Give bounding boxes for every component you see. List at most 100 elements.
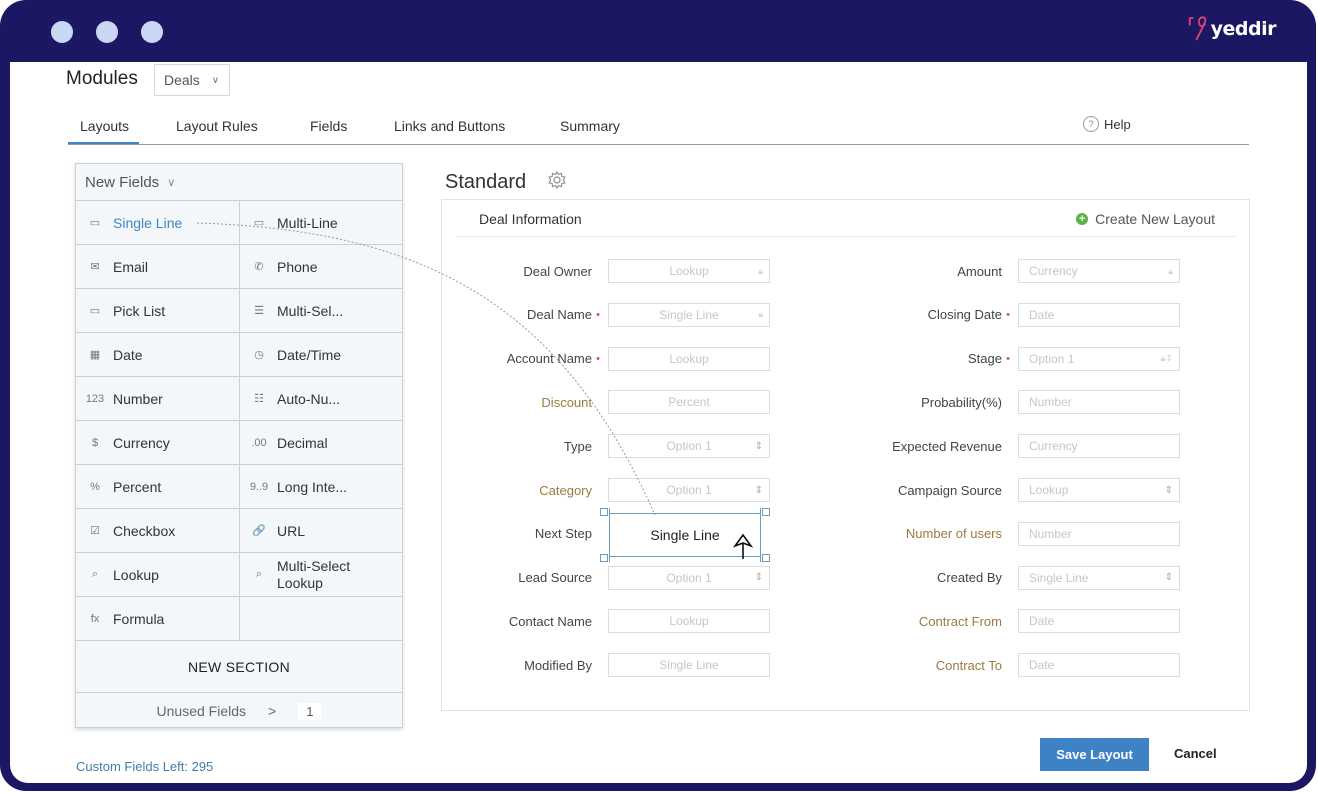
field-label: Type — [563, 438, 592, 454]
field-placeholder-box[interactable]: Single Line — [608, 653, 770, 678]
field-label: Category — [539, 482, 592, 498]
field-row: Probability(%) Number — [852, 389, 1180, 415]
field-type-pick-list[interactable]: ▭ Pick List — [76, 289, 240, 333]
field-type-auto-nu[interactable]: ☷ Auto-Nu... — [240, 377, 403, 421]
field-placeholder-box[interactable]: Number — [1018, 521, 1180, 546]
gear-icon[interactable] — [547, 170, 567, 190]
field-type-phone[interactable]: ✆ Phone — [240, 245, 403, 289]
main-content: Modules Deals ∨ Layouts Layout Rules Fie… — [10, 62, 1307, 783]
sort-arrows-icon: ⇕ — [754, 440, 763, 452]
field-type-percent[interactable]: % Percent — [76, 465, 240, 509]
cancel-button[interactable]: Cancel — [1174, 746, 1217, 761]
pick-list-icon: ▭ — [89, 305, 101, 317]
help-link[interactable]: ? Help — [1083, 116, 1131, 132]
calendar-icon: ▦ — [89, 349, 101, 361]
field-type-label: Date — [113, 346, 143, 363]
modules-label: Modules — [66, 68, 138, 89]
field-type-multi-select-lookup[interactable]: ⌕ Multi-Select Lookup — [240, 553, 403, 597]
number-icon: 123 — [85, 392, 105, 405]
window-maximize-dot[interactable] — [141, 21, 163, 43]
placeholder-text: Option 1 — [1029, 351, 1075, 366]
tab-layouts[interactable]: Layouts — [67, 118, 140, 144]
field-placeholder-box[interactable]: Lookup ⇕ — [1018, 478, 1180, 502]
field-type-label: Formula — [113, 610, 165, 627]
field-type-email[interactable]: ✉ Email — [76, 245, 240, 289]
field-type-label: Multi-Sel... — [277, 302, 344, 319]
field-type-long-inte[interactable]: 9..9 Long Inte... — [240, 465, 403, 509]
field-placeholder-box[interactable]: Currency — [1018, 434, 1180, 459]
field-type-label: Currency — [113, 434, 170, 451]
field-type-label: Multi-Line — [277, 214, 338, 231]
tab-summary[interactable]: Summary — [560, 118, 620, 134]
field-placeholder-box[interactable]: Number — [1018, 390, 1180, 415]
field-placeholder-box[interactable]: Single Line 🔒︎ — [608, 302, 770, 327]
required-marker: • — [1006, 308, 1010, 321]
unused-fields-count: 1 — [298, 702, 322, 720]
window-minimize-dot[interactable] — [96, 21, 118, 43]
field-placeholder-box[interactable]: Date — [1018, 302, 1180, 327]
field-type-label: Multi-Select Lookup — [277, 557, 351, 591]
resize-handle[interactable] — [762, 554, 770, 562]
field-type-lookup[interactable]: ⌕ Lookup — [76, 553, 240, 597]
field-placeholder-box[interactable]: Percent — [608, 390, 770, 415]
module-select[interactable]: Deals ∨ — [154, 64, 230, 96]
field-placeholder-box[interactable]: Lookup — [608, 346, 770, 371]
drop-target-right-edge — [760, 508, 761, 562]
field-type-label: Phone — [277, 258, 318, 275]
placeholder-text: Single Line — [1029, 570, 1089, 585]
field-type-single-line[interactable]: ▭ Single Line — [76, 201, 240, 245]
field-placeholder-box[interactable]: Option 1 ⇕ — [608, 565, 770, 590]
date-time-icon: ◷ — [254, 349, 264, 361]
field-type-multi-line[interactable]: ▭ Multi-Line — [240, 201, 403, 245]
resize-handle[interactable] — [600, 508, 608, 516]
resize-handle[interactable] — [762, 508, 770, 516]
multi-line-icon: ▭ — [253, 217, 265, 229]
field-type-label: URL — [277, 522, 306, 539]
unused-fields-link[interactable]: Unused Fields > 1 — [76, 693, 402, 729]
decimal-icon: .00 — [251, 436, 267, 449]
create-new-layout-link[interactable]: + Create New Layout — [1076, 211, 1215, 227]
field-type-date[interactable]: ▦ Date — [76, 333, 240, 377]
field-type-currency[interactable]: $ Currency — [76, 421, 240, 465]
placeholder-text: Lookup — [669, 351, 709, 366]
new-section-button[interactable]: NEW SECTION — [76, 641, 402, 693]
tab-layout-rules[interactable]: Layout Rules — [176, 118, 258, 134]
field-placeholder-box[interactable]: Currency 🔒︎ — [1018, 259, 1180, 283]
field-type-formula[interactable]: fx Formula — [76, 597, 240, 641]
field-type-url[interactable]: 🔗 URL — [240, 509, 403, 553]
brand-logo: yeddir — [1187, 14, 1277, 44]
field-placeholder-box[interactable]: Date — [1018, 609, 1180, 634]
plus-circle-icon: + — [1076, 213, 1089, 225]
field-type-decimal[interactable]: .00 Decimal — [240, 421, 403, 465]
save-layout-button[interactable]: Save Layout — [1040, 738, 1149, 771]
field-placeholder-box[interactable]: Option 1 ⇕ — [608, 434, 770, 459]
field-row: Contract To Date — [852, 652, 1180, 678]
module-select-value: Deals — [164, 72, 200, 88]
mouse-cursor-icon — [733, 533, 753, 559]
field-type-checkbox[interactable]: ☑ Checkbox — [76, 509, 240, 553]
field-type-multi-sel[interactable]: ☰ Multi-Sel... — [240, 289, 403, 333]
field-placeholder-box[interactable]: Lookup — [608, 609, 770, 634]
field-placeholder-box[interactable]: Option 1 🔒︎⇕ — [1018, 346, 1180, 371]
new-fields-dropdown[interactable]: New Fields ∨ — [76, 164, 402, 201]
resize-handle[interactable] — [600, 554, 608, 562]
tab-links-and-buttons[interactable]: Links and Buttons — [394, 118, 505, 134]
placeholder-text: Single Line — [659, 658, 719, 673]
long-integer-icon: 9..9 — [249, 480, 269, 493]
field-placeholder-box[interactable]: Lookup 🔒︎ — [608, 259, 770, 283]
lock-icon: 🔒︎ — [1168, 265, 1173, 276]
field-placeholder-box[interactable]: Single Line ⇕ — [1018, 565, 1180, 590]
window-close-dot[interactable] — [51, 21, 73, 43]
brand-name: yeddir — [1210, 18, 1277, 40]
tab-fields[interactable]: Fields — [310, 118, 347, 134]
field-placeholder-box[interactable]: Option 1 ⇕ — [608, 478, 770, 502]
multi-select-icon: ☰ — [254, 305, 264, 317]
field-label: Closing Date — [927, 307, 1002, 323]
field-type-date-time[interactable]: ◷ Date/Time — [240, 333, 403, 377]
field-placeholder-box[interactable]: Date — [1018, 653, 1180, 678]
placeholder-text: Currency — [1029, 439, 1078, 454]
field-row: Contact Name Lookup — [442, 608, 770, 634]
field-row: Contract From Date — [852, 608, 1180, 634]
field-type-number[interactable]: 123 Number — [76, 377, 240, 421]
field-label: Next Step — [534, 526, 592, 542]
